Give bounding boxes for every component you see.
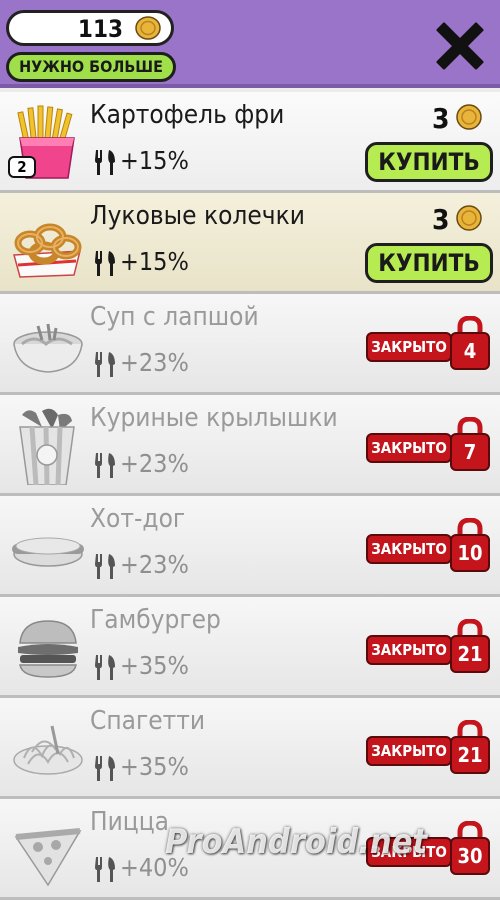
close-x-icon[interactable] bbox=[430, 16, 490, 76]
item-price: 3 bbox=[432, 203, 450, 236]
shop-item-list: 2 Картофель фри +15% 3 КУПИТЬ Луковые ко… bbox=[0, 92, 500, 900]
item-name: Спагетти bbox=[90, 706, 206, 736]
shop-item-fries: 2 Картофель фри +15% 3 КУПИТЬ bbox=[0, 92, 500, 193]
shop-item-onion-rings: Луковые колечки +15% 3 КУПИТЬ bbox=[0, 193, 500, 294]
spaghetti-icon bbox=[13, 725, 83, 775]
locked-badge: ЗАКРЫТО 21 bbox=[366, 619, 496, 681]
shop-item-hot-dog: Хот-дог +23% ЗАКРЫТО 10 bbox=[0, 496, 500, 597]
shop-item-chicken-wings: Куриные крылышки +23% ЗАКРЫТО 7 bbox=[0, 395, 500, 496]
item-name: Пицца bbox=[90, 807, 169, 837]
bonus-percent: +23% bbox=[120, 449, 189, 478]
fork-knife-icon bbox=[95, 857, 115, 882]
fork-knife-icon bbox=[95, 352, 115, 377]
unlock-level: 4 bbox=[450, 332, 490, 370]
buy-button[interactable]: КУПИТЬ bbox=[365, 142, 493, 182]
onion-rings-icon bbox=[13, 223, 82, 278]
item-price: 3 bbox=[432, 102, 450, 135]
fork-knife-icon bbox=[95, 554, 115, 579]
item-name: Хот-дог bbox=[90, 504, 186, 534]
bonus-percent: +35% bbox=[120, 651, 189, 680]
header: 113 НУЖНО БОЛЬШЕ bbox=[0, 0, 500, 88]
locked-label: ЗАКРЫТО bbox=[366, 635, 452, 665]
fork-knife-icon bbox=[95, 251, 115, 276]
coin-balance: 113 bbox=[6, 10, 174, 46]
locked-label: ЗАКРЫТО bbox=[366, 534, 452, 564]
watermark: ProAndroid.net bbox=[165, 822, 428, 862]
bonus-percent: +15% bbox=[120, 247, 189, 276]
bonus-percent: +23% bbox=[120, 550, 189, 579]
coin-icon bbox=[456, 205, 482, 231]
locked-badge: ЗАКРЫТО 10 bbox=[366, 518, 496, 580]
buy-button[interactable]: КУПИТЬ bbox=[365, 243, 493, 283]
locked-badge: ЗАКРЫТО 4 bbox=[366, 316, 496, 378]
chicken-wings-icon bbox=[19, 408, 75, 485]
bonus-percent: +23% bbox=[120, 348, 189, 377]
unlock-level: 21 bbox=[450, 736, 490, 774]
locked-label: ЗАКРЫТО bbox=[366, 736, 452, 766]
bonus-percent: +35% bbox=[120, 752, 189, 781]
shop-item-noodle-soup: Суп с лапшой +23% ЗАКРЫТО 4 bbox=[0, 294, 500, 395]
item-name: Гамбургер bbox=[90, 605, 221, 635]
fork-knife-icon bbox=[95, 756, 115, 781]
unlock-level: 21 bbox=[450, 635, 490, 673]
pizza-icon bbox=[14, 828, 82, 887]
locked-label: ЗАКРЫТО bbox=[366, 433, 452, 463]
locked-badge: ЗАКРЫТО 21 bbox=[366, 720, 496, 782]
fork-knife-icon bbox=[95, 150, 115, 175]
coin-icon bbox=[456, 104, 482, 130]
hamburger-icon bbox=[18, 620, 78, 678]
unlock-level: 10 bbox=[450, 534, 490, 572]
item-name: Луковые колечки bbox=[90, 201, 305, 231]
shop-item-spaghetti: Спагетти +35% ЗАКРЫТО 21 bbox=[0, 698, 500, 799]
coin-icon bbox=[135, 16, 161, 40]
item-name: Картофель фри bbox=[90, 100, 285, 130]
need-more-button[interactable]: НУЖНО БОЛЬШЕ bbox=[6, 52, 176, 82]
locked-badge: ЗАКРЫТО 7 bbox=[366, 417, 496, 479]
locked-label: ЗАКРЫТО bbox=[366, 332, 452, 362]
unlock-level: 7 bbox=[450, 433, 490, 471]
bonus-percent: +15% bbox=[120, 146, 189, 175]
noodle-soup-icon bbox=[13, 323, 83, 373]
shop-item-hamburger: Гамбургер +35% ЗАКРЫТО 21 bbox=[0, 597, 500, 698]
hot-dog-icon bbox=[12, 537, 84, 567]
owned-count-badge: 2 bbox=[8, 156, 36, 178]
item-name: Куриные крылышки bbox=[90, 403, 338, 433]
coin-count: 113 bbox=[77, 15, 123, 43]
unlock-level: 30 bbox=[450, 837, 490, 875]
fork-knife-icon bbox=[95, 655, 115, 680]
item-name: Суп с лапшой bbox=[90, 302, 259, 332]
fork-knife-icon bbox=[95, 453, 115, 478]
